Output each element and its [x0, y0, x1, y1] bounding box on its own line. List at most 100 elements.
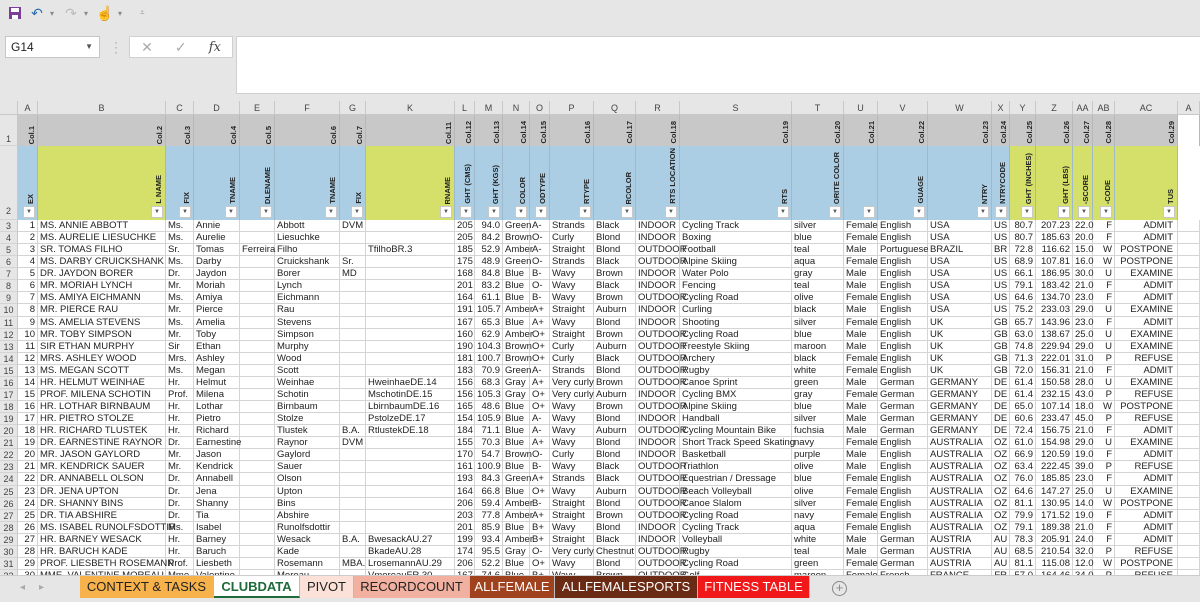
table-cell[interactable] — [1178, 401, 1200, 414]
table-cell[interactable]: silver — [792, 497, 844, 510]
table-cell[interactable] — [366, 328, 455, 341]
table-cell[interactable]: Hr. — [166, 376, 194, 389]
table-cell[interactable]: Equestrian / Dressage — [680, 473, 792, 486]
table-cell[interactable]: MR. TOBY SIMPSON — [38, 328, 166, 341]
sheet-tab-allfemalesports[interactable]: ALLFEMALESPORTS — [555, 576, 698, 598]
table-cell[interactable]: Gray — [503, 545, 530, 558]
table-cell[interactable]: Wavy — [550, 437, 594, 450]
sheet-tab-allfemale[interactable]: ALLFEMALE — [470, 576, 555, 598]
table-cell[interactable]: Blue — [503, 268, 530, 281]
table-cell[interactable]: white — [792, 364, 844, 377]
table-cell[interactable] — [1178, 352, 1200, 365]
table-cell[interactable]: Abbott — [275, 220, 340, 233]
table-cell[interactable]: 68.3 — [475, 376, 503, 389]
table-cell[interactable]: 81.1 — [1010, 557, 1036, 571]
table-cell[interactable]: MS. AURELIE LIESUCHKE — [38, 232, 166, 245]
table-cell[interactable]: Wavy — [550, 401, 594, 414]
table-cell[interactable]: olive — [792, 292, 844, 305]
row-header[interactable]: 7 — [0, 268, 18, 281]
table-cell[interactable]: 174 — [455, 545, 475, 558]
table-cell[interactable]: 16 — [18, 401, 38, 414]
column-header-s[interactable]: S — [680, 101, 792, 115]
table-cell[interactable]: DR. JAYDON BORER — [38, 268, 166, 281]
table-cell[interactable]: POSTPONE — [1115, 401, 1178, 414]
table-cell[interactable]: Female — [844, 364, 878, 377]
table-cell[interactable]: Cycling Road — [680, 292, 792, 305]
table-cell[interactable] — [240, 340, 275, 353]
table-cell[interactable]: OZ — [992, 521, 1010, 534]
table-cell[interactable]: 66.8 — [475, 485, 503, 498]
table-cell[interactable]: Cycling Road — [680, 557, 792, 571]
row-header[interactable]: 27 — [0, 509, 18, 522]
table-cell[interactable] — [340, 376, 366, 389]
table-cell[interactable] — [240, 376, 275, 389]
table-cell[interactable]: Blond — [594, 557, 636, 571]
filter-dropdown-icon[interactable]: ▼ — [777, 206, 789, 218]
table-cell[interactable]: INDOOR — [636, 316, 680, 329]
table-cell[interactable]: 79.9 — [1010, 509, 1036, 522]
table-cell[interactable]: 71.1 — [475, 425, 503, 438]
table-cell[interactable] — [240, 473, 275, 486]
table-cell[interactable]: A+ — [530, 509, 550, 522]
table-cell[interactable]: 48.9 — [475, 256, 503, 269]
table-cell[interactable]: ADMIT — [1115, 533, 1178, 546]
table-cell[interactable] — [366, 232, 455, 245]
table-cell[interactable]: Water Polo — [680, 268, 792, 281]
table-cell[interactable]: Straight — [550, 509, 594, 522]
table-cell[interactable]: 105.7 — [475, 304, 503, 317]
table-cell[interactable]: INDOOR — [636, 280, 680, 293]
table-cell[interactable]: gray — [792, 388, 844, 402]
table-cell[interactable]: F — [1093, 533, 1115, 546]
table-cell[interactable]: 134.70 — [1036, 292, 1073, 305]
table-cell[interactable]: Blond — [594, 521, 636, 534]
table-cell[interactable] — [366, 292, 455, 305]
table-cell[interactable]: AU — [992, 557, 1010, 571]
table-cell[interactable]: Dr. — [166, 497, 194, 510]
table-cell[interactable] — [240, 449, 275, 462]
table-cell[interactable]: ADMIT — [1115, 521, 1178, 534]
table-cell[interactable]: OUTDOOR — [636, 256, 687, 269]
table-cell[interactable]: GB — [992, 316, 1010, 329]
table-cell[interactable]: GB — [992, 328, 1010, 341]
table-cell[interactable]: Alpine Skiing — [680, 256, 792, 269]
table-cell[interactable]: 184 — [455, 425, 475, 438]
table-cell[interactable]: 48.6 — [475, 401, 503, 414]
table-cell[interactable]: 20 — [18, 449, 38, 462]
table-cell[interactable]: English — [878, 364, 928, 377]
table-cell[interactable]: W — [1093, 497, 1115, 510]
column-header-a[interactable]: A — [18, 101, 38, 115]
table-cell[interactable]: Green — [503, 473, 531, 486]
filter-dropdown-icon[interactable]: ▼ — [579, 206, 591, 218]
table-cell[interactable]: USA — [928, 304, 992, 317]
table-cell[interactable]: 65.0 — [1010, 401, 1036, 414]
table-cell[interactable]: O- — [530, 449, 550, 462]
table-cell[interactable]: Green — [503, 220, 531, 233]
table-cell[interactable]: 23.0 — [1073, 292, 1094, 305]
table-cell[interactable]: blue — [792, 401, 844, 414]
table-cell[interactable]: O+ — [530, 328, 550, 341]
table-cell[interactable] — [1178, 328, 1200, 341]
table-cell[interactable]: Blond — [594, 364, 636, 377]
table-cell[interactable] — [1178, 533, 1200, 546]
table-cell[interactable]: Aurelie — [194, 232, 240, 245]
table-cell[interactable]: ADMIT — [1115, 425, 1178, 438]
table-cell[interactable]: Ms. — [166, 521, 194, 534]
table-cell[interactable]: Blue — [503, 292, 530, 305]
table-cell[interactable]: P — [1093, 413, 1115, 426]
table-cell[interactable] — [340, 352, 366, 365]
table-cell[interactable]: Basketball — [680, 449, 792, 462]
table-cell[interactable]: MR. PIERCE RAU — [38, 304, 166, 317]
table-cell[interactable]: EXAMINE — [1115, 376, 1178, 389]
table-cell[interactable]: 75.2 — [1010, 304, 1036, 317]
table-cell[interactable]: English — [878, 304, 928, 317]
table-cell[interactable]: olive — [792, 461, 844, 474]
sheet-tab-context-tasks[interactable]: CONTEXT & TASKS — [80, 576, 214, 598]
filter-dropdown-icon[interactable]: ▼ — [260, 206, 272, 218]
row-header[interactable]: 31 — [0, 557, 18, 571]
table-cell[interactable]: 66.9 — [1010, 449, 1036, 462]
table-cell[interactable]: 156 — [455, 376, 475, 389]
column-header-f[interactable]: F — [275, 101, 340, 115]
table-cell[interactable]: teal — [792, 244, 844, 257]
column-header-v[interactable]: V — [878, 101, 928, 115]
table-cell[interactable]: U — [1093, 304, 1115, 317]
